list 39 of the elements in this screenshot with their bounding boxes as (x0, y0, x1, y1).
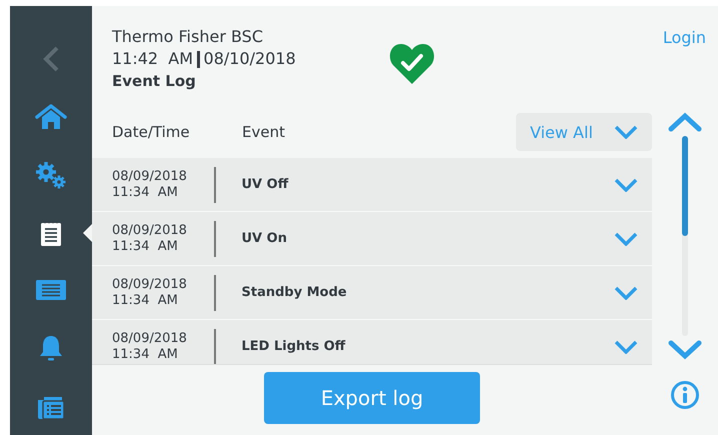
column-header: Date/Time (112, 123, 191, 141)
event-date: 08/09/2018 (112, 330, 188, 346)
column-header: Event (242, 123, 285, 141)
event-date: 08/09/2018 (112, 222, 188, 238)
gears-icon (35, 160, 67, 189)
scroll-up-button[interactable] (668, 112, 702, 132)
event-time: 11:34 AM (112, 292, 179, 308)
info-icon[interactable] (670, 380, 700, 410)
scrollbar-thumb[interactable] (682, 136, 688, 236)
event-row[interactable]: 08/09/2018 11:34 AM UV On (92, 212, 652, 266)
chevron-down-icon (614, 340, 638, 354)
heart-check-icon (388, 41, 436, 85)
page-title: Event Log (112, 71, 197, 92)
event-time: 11:34 AM (112, 238, 179, 254)
event-name: UV On (242, 231, 287, 246)
event-row[interactable]: 08/09/2018 11:34 AM LED Lights Off (92, 320, 652, 364)
event-name: UV Off (242, 177, 288, 192)
bell-icon (38, 334, 64, 362)
current-date: 08/10/2018 (204, 48, 296, 70)
separator-bar (197, 50, 200, 68)
chevron-down-icon (614, 178, 638, 192)
panel-icon (35, 279, 67, 302)
event-row[interactable]: 08/09/2018 11:34 AM Standby Mode (92, 266, 652, 320)
clock-time: 11:42 AM (112, 48, 194, 70)
chevron-down-icon (614, 125, 638, 139)
event-name: Standby Mode (242, 285, 347, 300)
chevron-down-icon (614, 232, 638, 246)
event-row[interactable]: 08/09/2018 11:34 AM UV Off (92, 158, 652, 212)
scroll-down-button[interactable] (668, 340, 702, 360)
event-name: LED Lights Off (242, 339, 346, 354)
chevron-left-icon (42, 44, 60, 73)
device-title: Thermo Fisher BSC (112, 26, 264, 48)
event-time: 11:34 AM (112, 346, 179, 362)
event-time: 11:34 AM (112, 184, 179, 200)
event-date: 08/09/2018 (112, 276, 188, 292)
chevron-down-icon (614, 286, 638, 300)
home-icon (35, 104, 67, 130)
event-date: 08/09/2018 (112, 168, 188, 184)
scrollbar-track[interactable] (682, 136, 688, 336)
